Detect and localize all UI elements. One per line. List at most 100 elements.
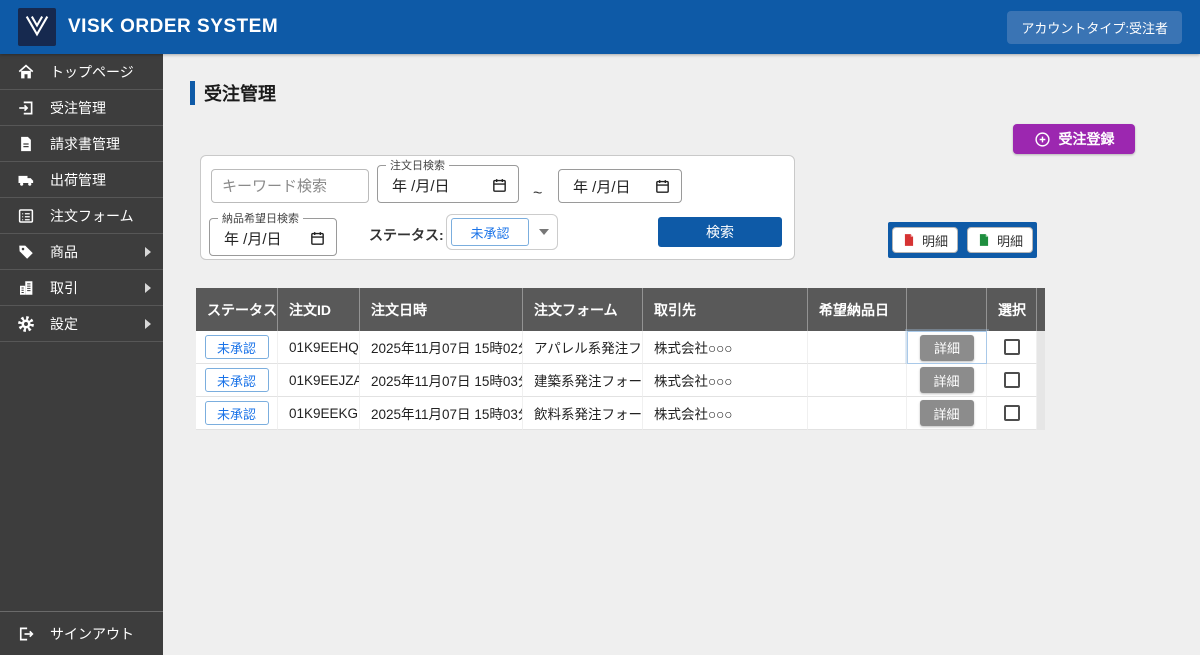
sidebar-item-transactions[interactable]: 取引	[0, 270, 163, 306]
sidebar-item-label: 出荷管理	[50, 170, 106, 190]
order-register-button[interactable]: 受注登録	[1013, 124, 1135, 154]
building-icon	[16, 278, 36, 298]
table-row-delivery-cell	[808, 397, 907, 430]
delivery-date-field[interactable]: 納品希望日検索 年 /月/日	[209, 210, 337, 256]
order-date-from-value: 年 /月/日	[392, 175, 450, 196]
status-badge: 未承認	[205, 401, 269, 425]
table-row-delivery-cell	[808, 364, 907, 397]
chevron-down-icon[interactable]	[539, 229, 549, 235]
table-row-order-id-cell: 01K9EEHQ64	[278, 331, 360, 364]
app-logo	[18, 8, 56, 46]
table-row-status-cell: 未承認	[196, 397, 278, 430]
sidebar-item-label: 設定	[50, 314, 78, 334]
invoice-icon	[16, 134, 36, 154]
calendar-icon[interactable]	[309, 230, 326, 247]
excel-file-icon	[977, 233, 991, 247]
search-button[interactable]: 検索	[658, 217, 782, 247]
row-select-checkbox[interactable]	[1004, 372, 1020, 388]
table-row-status-cell: 未承認	[196, 364, 278, 397]
table-row-datetime-cell: 2025年11月07日 15時03分	[360, 364, 523, 397]
table-row-order-form-cell: アパレル系発注フ...	[523, 331, 643, 364]
sidebar-item-label: 商品	[50, 242, 78, 262]
export-pdf-button[interactable]: 明細	[892, 227, 958, 253]
sidebar-item-order-management[interactable]: 受注管理	[0, 90, 163, 126]
order-date-from-field[interactable]: 注文日検索 年 /月/日	[377, 157, 519, 203]
table-row-select-cell	[987, 397, 1037, 430]
orders-table: ステータス 注文ID 注文日時 注文フォーム 取引先 希望納品日 選択 未承認 …	[196, 288, 1045, 430]
detail-button[interactable]: 詳細	[920, 367, 974, 393]
export-excel-button[interactable]: 明細	[967, 227, 1033, 253]
app-header: VISK ORDER SYSTEM アカウントタイプ:受注者	[0, 0, 1200, 54]
sidebar-item-label: 注文フォーム	[50, 206, 134, 226]
table-row-client-cell: 株式会社○○○	[643, 364, 808, 397]
table-row-client-cell: 株式会社○○○	[643, 397, 808, 430]
sidebar-item-invoice-management[interactable]: 請求書管理	[0, 126, 163, 162]
order-date-search-label: 注文日検索	[386, 157, 449, 173]
sidebar-item-label: サインアウト	[50, 624, 134, 644]
main-content: 受注管理 受注登録 注文日検索 年 /月/日 ~ 年 /月/日	[163, 54, 1200, 655]
chevron-right-icon	[145, 247, 151, 257]
visk-logo-icon	[22, 10, 52, 45]
table-row-client-cell: 株式会社○○○	[643, 331, 808, 364]
tag-icon	[16, 242, 36, 262]
pdf-file-icon	[902, 233, 916, 247]
app-title: VISK ORDER SYSTEM	[68, 16, 278, 38]
calendar-icon[interactable]	[491, 177, 508, 194]
column-header-order-datetime: 注文日時	[360, 288, 523, 331]
table-row-order-id-cell: 01K9EEJZAC	[278, 364, 360, 397]
table-row-datetime-cell: 2025年11月07日 15時02分	[360, 331, 523, 364]
delivery-date-value: 年 /月/日	[224, 228, 282, 249]
table-row-detail-cell: 詳細	[907, 364, 987, 397]
sidebar-item-label: トップページ	[50, 62, 134, 82]
delivery-date-search-label: 納品希望日検索	[218, 210, 303, 226]
keyword-search-input[interactable]	[211, 169, 369, 203]
status-badge: 未承認	[205, 335, 269, 359]
export-strip: 明細 明細	[888, 222, 1037, 258]
column-header-select: 選択	[987, 288, 1037, 331]
order-date-to-value: 年 /月/日	[573, 176, 631, 197]
sidebar: トップページ 受注管理 請求書管理 出荷管理 注文フォーム 商品	[0, 54, 163, 655]
status-label: ステータス:	[369, 225, 444, 245]
table-row-order-id-cell: 01K9EEKGPX	[278, 397, 360, 430]
table-row-detail-cell: 詳細	[907, 331, 987, 364]
chevron-right-icon	[145, 319, 151, 329]
table-scrollbar[interactable]	[1037, 288, 1045, 430]
table-row-datetime-cell: 2025年11月07日 15時03分	[360, 397, 523, 430]
column-header-delivery-date: 希望納品日	[808, 288, 907, 331]
table-row-detail-cell: 詳細	[907, 397, 987, 430]
sidebar-item-shipping-management[interactable]: 出荷管理	[0, 162, 163, 198]
sidebar-item-top-page[interactable]: トップページ	[0, 54, 163, 90]
column-header-client: 取引先	[643, 288, 808, 331]
sidebar-item-settings[interactable]: 設定	[0, 306, 163, 342]
row-select-checkbox[interactable]	[1004, 339, 1020, 355]
export-pdf-label: 明細	[922, 231, 948, 250]
sidebar-item-products[interactable]: 商品	[0, 234, 163, 270]
title-accent-bar	[190, 81, 195, 105]
export-excel-label: 明細	[997, 231, 1023, 250]
gear-icon	[16, 314, 36, 334]
plus-circle-icon	[1034, 131, 1051, 148]
table-scrollbar-header-cap	[1037, 288, 1045, 331]
search-panel: 注文日検索 年 /月/日 ~ 年 /月/日 納品希望日検索 年 /月/日	[200, 155, 795, 260]
table-row-order-form-cell: 飲料系発注フォーム	[523, 397, 643, 430]
status-selected-value[interactable]: 未承認	[451, 218, 529, 246]
row-select-checkbox[interactable]	[1004, 405, 1020, 421]
sidebar-item-signout[interactable]: サインアウト	[0, 611, 163, 655]
calendar-icon[interactable]	[654, 178, 671, 195]
detail-button[interactable]: 詳細	[920, 400, 974, 426]
sidebar-item-label: 請求書管理	[50, 134, 120, 154]
sidebar-item-order-form[interactable]: 注文フォーム	[0, 198, 163, 234]
order-form-icon	[16, 206, 36, 226]
column-header-order-form: 注文フォーム	[523, 288, 643, 331]
truck-icon	[16, 170, 36, 190]
table-row-status-cell: 未承認	[196, 331, 278, 364]
table-row-select-cell	[987, 364, 1037, 397]
status-select[interactable]: 未承認	[446, 214, 558, 250]
sidebar-item-label: 取引	[50, 278, 78, 298]
order-intake-icon	[16, 98, 36, 118]
page-title: 受注管理	[204, 80, 276, 106]
page-title-row: 受注管理	[190, 80, 276, 106]
chevron-right-icon	[145, 283, 151, 293]
detail-button[interactable]: 詳細	[920, 335, 974, 361]
order-date-to-field[interactable]: 年 /月/日	[558, 169, 682, 203]
